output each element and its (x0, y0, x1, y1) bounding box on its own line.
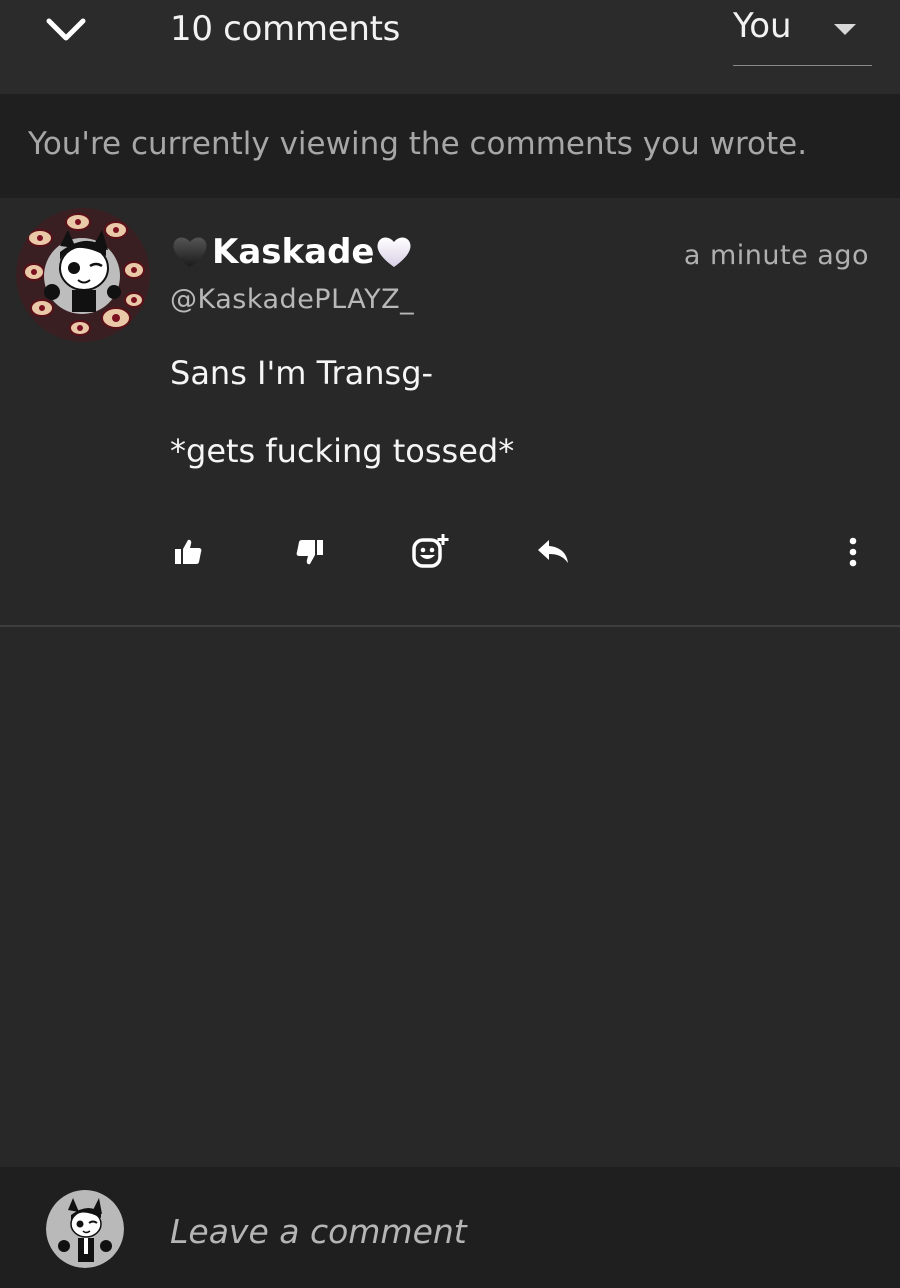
commenter-name-row[interactable]: Kaskade (170, 232, 414, 272)
thumbs-up-icon (175, 539, 202, 564)
comments-header: 10 comments You (0, 0, 900, 94)
dislike-button[interactable] (288, 530, 332, 574)
add-sticker-button[interactable] (408, 530, 452, 574)
comment-body-line: Sans I'm Transg- (170, 354, 434, 392)
reply-icon (538, 540, 568, 563)
filter-selected-value: You (733, 6, 792, 46)
commenter-display-name: Kaskade (212, 232, 375, 272)
more-options-button[interactable] (831, 530, 875, 574)
notice-text: You're currently viewing the comments yo… (28, 126, 808, 162)
more-options-icon (849, 537, 857, 567)
comment-count: 10 comments (170, 9, 401, 49)
commenter-avatar[interactable] (16, 208, 150, 342)
comment-divider (0, 625, 900, 627)
black-heart-icon (173, 237, 207, 267)
white-heart-icon (378, 237, 411, 267)
commenter-handle[interactable]: @KaskadePLAYZ_ (170, 284, 414, 315)
thumbs-down-icon (296, 540, 323, 565)
avatar-image (16, 208, 150, 342)
avatar-image (46, 1190, 124, 1268)
chevron-down-icon (46, 18, 86, 41)
comments-page: 10 comments You You're currently viewing… (0, 0, 900, 1288)
reply-button[interactable] (531, 530, 575, 574)
comment-filter-dropdown[interactable]: You (733, 4, 872, 66)
caret-down-icon (834, 24, 856, 35)
add-sticker-icon (412, 534, 449, 568)
comment-timestamp: a minute ago (683, 240, 869, 271)
current-user-avatar[interactable] (46, 1190, 124, 1268)
collapse-button[interactable] (38, 8, 94, 52)
like-button[interactable] (166, 530, 210, 574)
comment-input[interactable] (168, 1200, 862, 1262)
comment-body-line: *gets fucking tossed* (170, 432, 515, 470)
